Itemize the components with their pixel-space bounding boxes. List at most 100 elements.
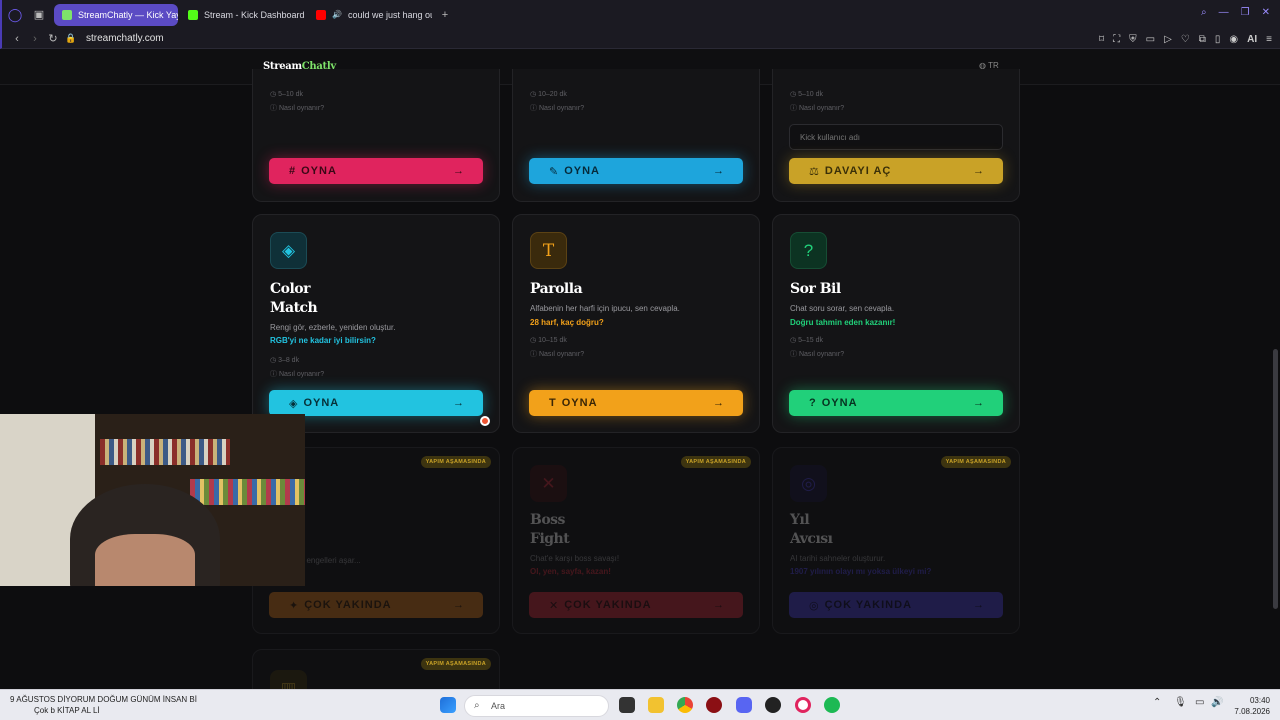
letter-t-icon: T bbox=[530, 232, 567, 269]
heart-icon[interactable]: ♡ bbox=[1181, 34, 1190, 45]
flow-icon[interactable]: ▭ bbox=[1146, 34, 1155, 45]
game-card-sor-bil: ? Sor Bil Chat soru sorar, sen cevapla. … bbox=[772, 214, 1020, 433]
menu-icon[interactable]: ≡ bbox=[1266, 34, 1272, 45]
card-title: Color Match bbox=[270, 281, 318, 316]
search-tabs-icon[interactable]: ⌕ bbox=[1201, 7, 1207, 18]
scrollbar[interactable] bbox=[1273, 349, 1278, 609]
tab-title: StreamChatly — Kick Yayın bbox=[78, 9, 178, 20]
arrow-right-icon: → bbox=[973, 599, 985, 611]
streamchatly-favicon-icon bbox=[62, 9, 72, 20]
app-icon[interactable] bbox=[706, 697, 722, 713]
restore-icon[interactable]: ❐ bbox=[1241, 7, 1250, 18]
tab-title: Stream - Kick Dashboard bbox=[204, 9, 305, 20]
ai-icon[interactable]: AI bbox=[1247, 34, 1257, 45]
game-card: ◷ 10–20 dk ⓘ Nasıl oynanır? ✎ OYNA → bbox=[512, 69, 760, 202]
sparkle-icon: ✦ bbox=[289, 599, 300, 612]
upcoming-card: YAPIM AŞAMASINDA ◎ Yıl Avcısı AI tarihi s… bbox=[772, 447, 1020, 634]
webcam-overlay bbox=[0, 414, 305, 586]
game-card-parolla: T Parolla Alfabenin her harfi için ipucu… bbox=[512, 214, 760, 433]
card-highlight: RGB'yi ne kadar iyi bilirsin? bbox=[270, 336, 376, 345]
extensions-icon[interactable]: ⧉ bbox=[1199, 34, 1206, 45]
discord-icon[interactable] bbox=[736, 697, 752, 713]
chrome-icon[interactable] bbox=[677, 697, 693, 713]
pencil-icon: ✎ bbox=[549, 165, 560, 178]
clock[interactable]: 03:40 7.08.2026 bbox=[1234, 695, 1270, 717]
question-bubble-icon: ? bbox=[790, 232, 827, 269]
play-button[interactable]: ◈ OYNA → bbox=[269, 390, 483, 416]
snapshot-icon[interactable]: ⛶ bbox=[1113, 34, 1120, 45]
shield-icon[interactable]: ⛨ bbox=[1129, 34, 1137, 45]
duration-label: ◷ 3–8 dk bbox=[270, 357, 300, 364]
card-highlight: Ol, yen, sayfa, kazan! bbox=[530, 567, 611, 576]
tab-streamchatly[interactable]: StreamChatly — Kick Yayın bbox=[54, 3, 178, 26]
back-icon[interactable]: ‹ bbox=[8, 33, 26, 45]
microphone-icon[interactable]: 🎙 bbox=[1174, 697, 1187, 708]
youtube-favicon-icon bbox=[316, 9, 326, 20]
play-button[interactable]: # OYNA → bbox=[269, 158, 483, 184]
howto-link[interactable]: ⓘ Nasıl oynanır? bbox=[530, 103, 584, 113]
play-button[interactable]: ✎ OYNA → bbox=[529, 158, 743, 184]
game-card: ◷ 5–10 dk ⓘ Nasıl oynanır? # OYNA → bbox=[252, 69, 500, 202]
trash-icon: ▥ bbox=[270, 670, 307, 689]
play-button[interactable]: ? OYNA → bbox=[789, 390, 1003, 416]
url-field[interactable]: streamchatly.com bbox=[86, 33, 164, 44]
play-icon[interactable]: ▷ bbox=[1164, 34, 1172, 45]
task-view-icon[interactable] bbox=[619, 697, 635, 713]
card-highlight: 28 harf, kaç doğru? bbox=[530, 318, 604, 327]
forward-icon[interactable]: › bbox=[26, 33, 44, 45]
howto-link[interactable]: ⓘ Nasıl oynanır? bbox=[270, 369, 324, 379]
kick-favicon-icon bbox=[188, 9, 198, 20]
howto-link[interactable]: ⓘ Nasıl oynanır? bbox=[790, 349, 844, 359]
close-icon[interactable]: ✕ bbox=[1262, 7, 1270, 18]
obs-icon[interactable] bbox=[765, 697, 781, 713]
spotify-icon[interactable] bbox=[824, 697, 840, 713]
display-icon[interactable]: ▭ bbox=[1195, 697, 1204, 708]
books-row bbox=[100, 439, 230, 465]
new-tab-button[interactable]: + bbox=[436, 9, 454, 21]
pin-icon[interactable]: ⌑ bbox=[1099, 34, 1104, 45]
droplets-icon: ◈ bbox=[270, 232, 307, 269]
opera-logo-icon[interactable]: ◯ bbox=[6, 7, 24, 23]
howto-link[interactable]: ⓘ Nasıl oynanır? bbox=[790, 103, 844, 113]
card-highlight: 1907 yılının olayı mı yoksa ülkeyi mi? bbox=[790, 567, 932, 576]
howto-link[interactable]: ⓘ Nasıl oynanır? bbox=[530, 349, 584, 359]
windows-start-icon[interactable] bbox=[440, 697, 456, 713]
file-explorer-icon[interactable] bbox=[648, 697, 664, 713]
search-icon: ⌕ bbox=[474, 700, 480, 711]
howto-link[interactable]: ⓘ Nasıl oynanır? bbox=[270, 103, 324, 113]
avatar[interactable]: ◉ bbox=[1229, 34, 1238, 45]
volume-icon[interactable]: 🔊 bbox=[1211, 697, 1223, 708]
swords-icon: ✕ bbox=[549, 599, 560, 612]
arrow-right-icon: → bbox=[713, 165, 725, 177]
duration-label: ◷ 10–20 dk bbox=[530, 91, 567, 98]
droplets-icon: ◈ bbox=[289, 397, 299, 410]
card-description: Chat'e karşı boss savaşı! bbox=[530, 554, 620, 563]
tab-youtube[interactable]: 🔊 could we just hang out bbox=[308, 4, 432, 26]
kick-username-input[interactable] bbox=[789, 124, 1003, 150]
arrow-right-icon: → bbox=[453, 165, 465, 177]
card-description: Rengi gör, ezberle, yeniden oluştur. bbox=[270, 323, 396, 332]
minimize-icon[interactable]: — bbox=[1219, 7, 1229, 18]
taskbar-search-input[interactable]: ⌕ Ara bbox=[464, 695, 609, 717]
play-button[interactable]: T OYNA → bbox=[529, 390, 743, 416]
workspaces-icon[interactable]: ▣ bbox=[30, 8, 48, 21]
browser-tab-bar: ◯ ▣ StreamChatly — Kick Yayın Stream - K… bbox=[0, 0, 1280, 29]
tray-chevron-icon[interactable]: ⌃ bbox=[1153, 697, 1161, 708]
page-content: StreamChatly ◍ TR ◷ 5–10 dk ⓘ Nasıl oyna… bbox=[0, 49, 1280, 689]
ticker-user: Çok b bbox=[34, 706, 55, 715]
opera-icon[interactable] bbox=[795, 697, 811, 713]
status-badge: YAPIM AŞAMASINDA bbox=[420, 456, 491, 468]
reload-icon[interactable]: ↻ bbox=[44, 32, 62, 45]
status-badge: YAPIM AŞAMASINDA bbox=[680, 456, 751, 468]
duration-label: ◷ 5–10 dk bbox=[270, 91, 303, 98]
stream-ticker: 9 AĞUSTOS DİYORUM DOĞUM GÜNÜM İNSAN Bİ Ç… bbox=[10, 695, 197, 715]
upcoming-card: YAPIM AŞAMASINDA ✕ Boss Fight Chat'e karş… bbox=[512, 447, 760, 634]
battery-icon[interactable]: ▯ bbox=[1215, 34, 1221, 45]
open-case-button[interactable]: ⚖ DAVAYI AÇ → bbox=[789, 158, 1003, 184]
speaker-icon[interactable]: 🔊 bbox=[332, 10, 342, 19]
arrow-right-icon: → bbox=[453, 397, 465, 409]
duration-label: ◷ 5–15 dk bbox=[790, 337, 823, 344]
tab-kick-dashboard[interactable]: Stream - Kick Dashboard bbox=[180, 4, 306, 26]
coming-soon-button: ✦ ÇOK YAKINDA → bbox=[269, 592, 483, 618]
tab-title: could we just hang out bbox=[347, 9, 432, 20]
